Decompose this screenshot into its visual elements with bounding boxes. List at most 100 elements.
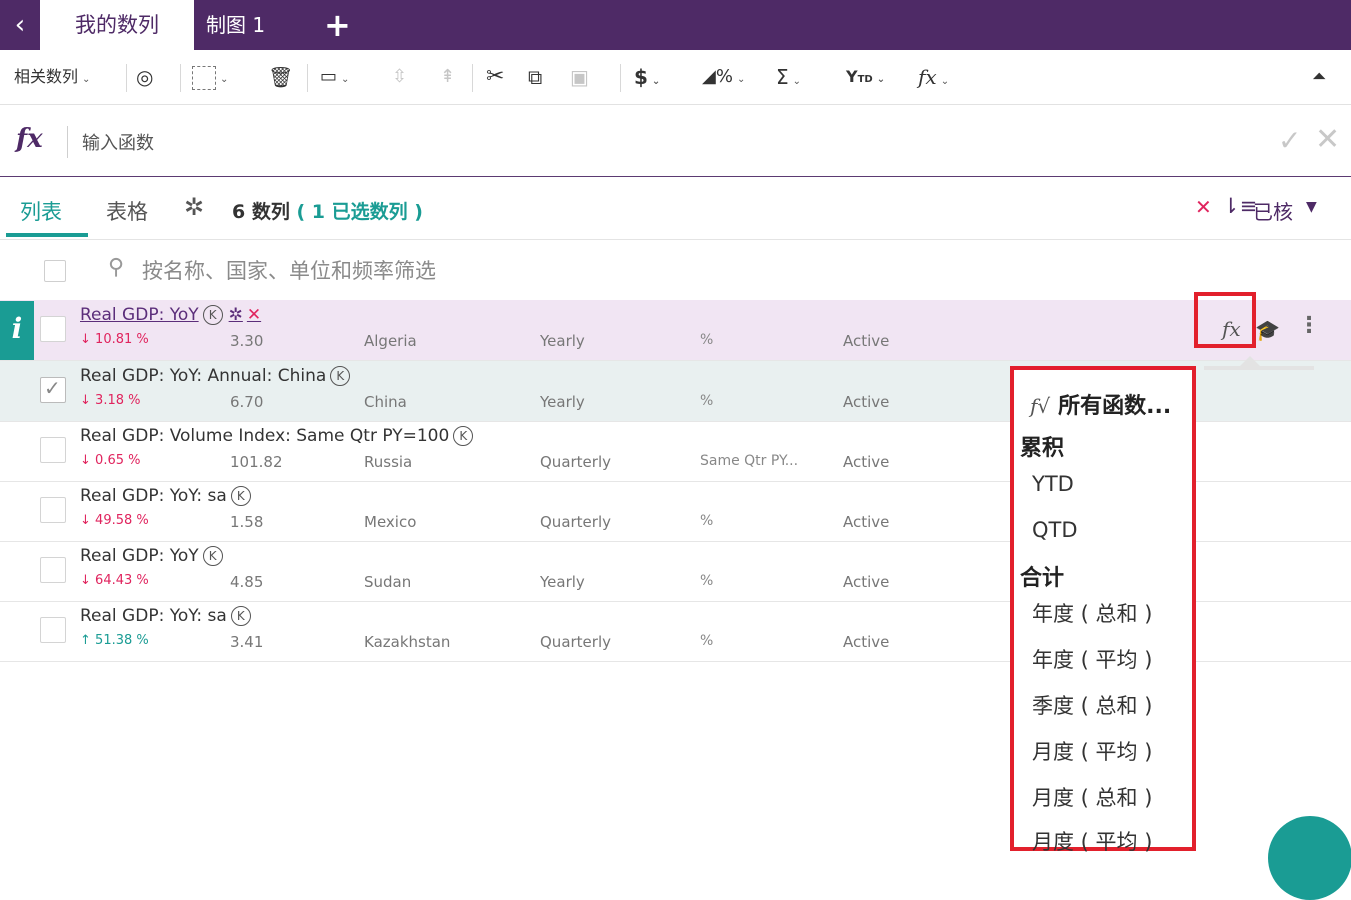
change-value: ↓ 3.18 % [80, 393, 140, 408]
formula-divider [67, 126, 68, 158]
last-value: 101.82 [230, 453, 283, 471]
frequency: Yearly [540, 393, 585, 411]
cut-icon[interactable]: ✂ [486, 50, 504, 104]
unit: % [700, 573, 714, 589]
currency-dropdown[interactable]: $ ⌄ [634, 50, 660, 104]
country: Mexico [364, 513, 417, 531]
menu-item-monthly-avg-2[interactable]: 月度 ( 平均 ) [1032, 826, 1152, 856]
filter-input[interactable] [140, 256, 744, 286]
menu-item-ytd[interactable]: YTD [1032, 472, 1074, 496]
series-name[interactable]: Real GDP: YoY: sa K [80, 486, 251, 506]
change-text: 51.38 % [95, 633, 149, 648]
tab-bar: ‹ 我的数列 制图 1 + [0, 0, 1351, 50]
selected-count[interactable]: ( 1 已选数列 ) [296, 201, 422, 223]
last-value: 3.30 [230, 332, 264, 350]
folder-dropdown[interactable]: ▭ ⌄ [320, 50, 349, 104]
row-checkbox[interactable] [40, 617, 66, 643]
gear-icon[interactable]: ✲ [229, 305, 243, 325]
change-text: 49.58 % [95, 513, 149, 528]
tab-my-series[interactable]: 我的数列 [40, 0, 194, 50]
menu-item-annual-sum[interactable]: 年度 ( 总和 ) [1032, 598, 1152, 628]
chevron-down-icon: ⌄ [792, 76, 802, 87]
row-checkbox[interactable] [40, 557, 66, 583]
selection-dropdown[interactable]: ⌄ [192, 50, 228, 104]
info-icon[interactable]: i [0, 301, 34, 360]
paste-icon[interactable]: ▣ [570, 50, 589, 104]
close-icon[interactable]: ✕ [1315, 122, 1340, 157]
function-icon: f√ [1030, 394, 1051, 418]
caret-down-icon[interactable]: ▼ [1306, 199, 1317, 215]
trash-icon[interactable]: 🗑 [268, 50, 293, 104]
eye-icon[interactable]: ◎ [136, 50, 153, 104]
menu-item-all-functions[interactable]: f√ 所有函数... [1030, 388, 1171, 420]
series-name-text[interactable]: Real GDP: YoY: sa [80, 486, 227, 506]
change-value: ↓ 49.58 % [80, 513, 149, 528]
chevron-down-icon: ⌄ [736, 74, 746, 85]
check-icon[interactable]: ✓ [1278, 124, 1301, 157]
menu-item-quarterly-sum[interactable]: 季度 ( 总和 ) [1032, 690, 1152, 720]
ytd-icon: YTD [846, 67, 873, 86]
menu-item-monthly-sum[interactable]: 月度 ( 总和 ) [1032, 782, 1152, 812]
select-all-checkbox[interactable] [44, 260, 66, 282]
row-checkbox[interactable] [40, 497, 66, 523]
k-badge-icon: K [202, 546, 223, 566]
status: Active [843, 393, 890, 411]
copy-icon[interactable]: ⧉ [528, 50, 542, 104]
menu-item-monthly-avg[interactable]: 月度 ( 平均 ) [1032, 736, 1152, 766]
graduation-cap-icon[interactable]: 🎓 [1255, 318, 1280, 342]
move-top-icon[interactable]: ⇞ [440, 50, 455, 104]
move-up-icon[interactable]: ⇳ [392, 50, 407, 104]
ytd-dropdown[interactable]: YTD ⌄ [846, 50, 885, 104]
function-dropdown[interactable]: fx ⌄ [918, 50, 949, 104]
function-icon: fx [16, 124, 43, 154]
row-checkbox[interactable] [40, 316, 66, 342]
toolbar-divider [472, 64, 473, 92]
country: Kazakhstan [364, 633, 451, 651]
related-series-dropdown[interactable]: 相关数列 ⌄ [14, 50, 90, 104]
tab-chart-1[interactable]: 制图 1 [206, 0, 265, 50]
tab-list[interactable]: 列表 [20, 196, 62, 226]
series-name-text[interactable]: Real GDP: YoY: Annual: China [80, 366, 326, 386]
frequency: Yearly [540, 573, 585, 591]
percent-dropdown[interactable]: ◢% ⌄ [702, 50, 745, 104]
add-tab-button[interactable]: + [324, 0, 351, 50]
frequency: Yearly [540, 332, 585, 350]
toolbar-divider [180, 64, 181, 92]
toolbar: 相关数列 ⌄ ◎ ⌄ 🗑 ▭ ⌄ ⇳ ⇞ ✂ ⧉ ▣ $ ⌄ ◢% ⌄ Σ ⌄ YTD ⌄ … [0, 50, 1351, 105]
series-name[interactable]: Real GDP: YoY: sa K [80, 606, 251, 626]
series-name-text[interactable]: Real GDP: YoY [80, 305, 199, 325]
row-checkbox[interactable] [40, 437, 66, 463]
arrow-up-icon: ↑ [80, 633, 91, 648]
row-checkbox[interactable]: ✓ [40, 376, 66, 403]
more-vertical-icon[interactable]: ⋮ [1298, 313, 1320, 338]
delete-icon[interactable]: ✕ [247, 305, 261, 325]
chevron-down-icon: ⌄ [876, 74, 886, 85]
chevron-left-icon[interactable]: ‹ [6, 8, 34, 44]
series-name-text[interactable]: Real GDP: YoY: sa [80, 606, 227, 626]
k-badge-icon: K [202, 305, 223, 325]
menu-group-total: 合计 [1020, 566, 1065, 591]
series-name-text[interactable]: Real GDP: YoY [80, 546, 199, 566]
formula-input[interactable] [80, 128, 1184, 158]
gear-icon[interactable]: ✲ [184, 193, 204, 221]
series-name[interactable]: Real GDP: YoY K [80, 546, 223, 566]
series-name-text[interactable]: Real GDP: Volume Index: Same Qtr PY=100 [80, 426, 449, 446]
table-row[interactable]: Real GDP: YoY K ✲ ✕ ↓ 10.81 % 3.30 Algeria … [0, 300, 1351, 361]
change-text: 0.65 % [95, 453, 141, 468]
tab-table[interactable]: 表格 [106, 196, 148, 226]
series-name[interactable]: Real GDP: Volume Index: Same Qtr PY=100 K [80, 426, 474, 446]
floating-action-button[interactable] [1268, 816, 1351, 900]
sort-dropdown[interactable]: 已核 [1253, 196, 1293, 225]
sum-dropdown[interactable]: Σ ⌄ [776, 50, 801, 104]
change-text: 10.81 % [95, 332, 149, 347]
series-name[interactable]: Real GDP: YoY: Annual: China K [80, 366, 351, 386]
clear-selection-icon[interactable]: ✕ [1195, 195, 1212, 219]
unit: % [700, 633, 714, 649]
arrow-down-icon: ↓ [80, 513, 91, 528]
sort-icon[interactable]: ⇂≡ [1222, 194, 1257, 218]
collapse-icon[interactable]: ⏶ [1312, 50, 1326, 104]
menu-item-annual-avg[interactable]: 年度 ( 平均 ) [1032, 644, 1152, 674]
series-name[interactable]: Real GDP: YoY K ✲ ✕ [80, 305, 261, 325]
menu-item-qtd[interactable]: QTD [1032, 518, 1078, 542]
menu-item-label: 所有函数... [1058, 394, 1172, 419]
